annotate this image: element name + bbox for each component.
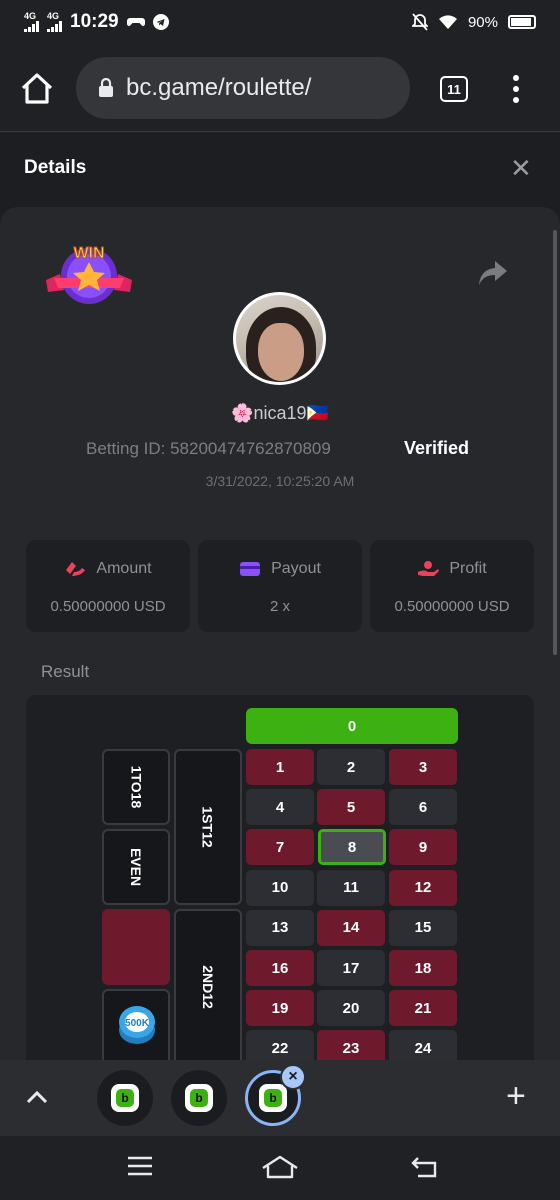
roulette-number-cell: 21 bbox=[389, 990, 457, 1027]
roulette-number-cell: 6 bbox=[389, 789, 457, 826]
bet-red bbox=[102, 909, 170, 985]
roulette-number-cell: 7 bbox=[246, 829, 314, 866]
chip-500k-icon: 500K bbox=[119, 1006, 155, 1044]
stat-label-row: Payout bbox=[198, 560, 362, 578]
roulette-number-cell: 10 bbox=[246, 869, 314, 906]
payout-card-icon bbox=[240, 562, 261, 576]
win-badge-text: WIN bbox=[73, 245, 104, 262]
system-navigation-bar bbox=[0, 1136, 560, 1200]
roulette-number-cell: 3 bbox=[389, 749, 457, 785]
bet-even: EVEN bbox=[102, 829, 170, 905]
roulette-number-cell: 19 bbox=[246, 990, 314, 1027]
username: 🌸nica19🇵🇭 bbox=[231, 403, 329, 423]
signal-icon bbox=[47, 21, 62, 32]
bet-2nd12: 2ND12 bbox=[174, 909, 242, 1065]
roulette-number-cell: 13 bbox=[246, 909, 314, 946]
home-nav-icon[interactable] bbox=[260, 1154, 300, 1180]
recent-apps-icon[interactable] bbox=[126, 1154, 154, 1178]
chip-label: 500K bbox=[125, 1018, 150, 1029]
wifi-icon bbox=[438, 15, 457, 29]
url-text: bc.game/roulette/ bbox=[126, 74, 312, 101]
add-tab-button[interactable]: + bbox=[506, 1078, 526, 1114]
roulette-number-cell: 11 bbox=[317, 869, 385, 906]
roulette-number-cell: 17 bbox=[317, 950, 385, 986]
close-icon[interactable]: ✕ bbox=[510, 155, 532, 181]
network-indicator-1: 4G bbox=[24, 12, 39, 32]
battery-percent: 90% bbox=[467, 13, 498, 31]
stat-value: 0.50000000 USD bbox=[50, 598, 166, 615]
roulette-number-cell: 4 bbox=[246, 789, 314, 826]
roulette-zero-cell: 0 bbox=[246, 708, 458, 744]
avatar bbox=[233, 292, 326, 385]
bc-game-logo-icon: b bbox=[259, 1084, 287, 1112]
share-icon[interactable] bbox=[478, 259, 508, 287]
stat-profit: Profit 0.50000000 USD bbox=[370, 540, 534, 632]
bet-timestamp: 3/31/2022, 10:25:20 AM bbox=[205, 473, 355, 489]
bet-1to18: 1TO18 bbox=[102, 749, 170, 825]
roulette-number-cell: 9 bbox=[389, 829, 457, 866]
network-indicator-2: 4G bbox=[47, 12, 62, 32]
bc-game-logo-icon: b bbox=[111, 1084, 139, 1112]
roulette-number-cell: 20 bbox=[317, 990, 385, 1027]
details-title: Details bbox=[24, 157, 87, 178]
status-left: 4G 4G 10:29 bbox=[24, 11, 169, 33]
amount-icon bbox=[66, 562, 86, 576]
clock: 10:29 bbox=[70, 11, 119, 32]
bet-1st12-label: 1ST12 bbox=[200, 806, 216, 848]
mute-bell-icon bbox=[411, 13, 428, 31]
stat-label: Profit bbox=[449, 560, 487, 577]
bet-2nd12-label: 2ND12 bbox=[200, 965, 216, 1009]
tab-group-bar: b b b × + bbox=[0, 1060, 560, 1136]
tab-thumbnail-2[interactable]: b bbox=[171, 1070, 227, 1126]
network-type-label: 4G bbox=[24, 11, 37, 21]
stat-label: Amount bbox=[96, 560, 152, 577]
browser-toolbar: bc.game/roulette/ 11 bbox=[0, 44, 560, 132]
details-header: Details ✕ bbox=[0, 133, 560, 205]
roulette-winning-cell: 8 bbox=[318, 829, 386, 866]
roulette-number-cell: 1 bbox=[246, 749, 314, 785]
roulette-number-cell: 14 bbox=[317, 909, 385, 946]
stat-value: 0.50000000 USD bbox=[394, 598, 510, 615]
roulette-number-cell: 2 bbox=[317, 749, 385, 785]
close-tab-icon[interactable]: × bbox=[280, 1064, 306, 1090]
game-controller-icon bbox=[126, 18, 145, 26]
stat-label-row: Profit bbox=[370, 560, 534, 578]
status-bar: 4G 4G 10:29 90% bbox=[0, 0, 560, 44]
status-right: 90% bbox=[411, 13, 536, 31]
battery-icon bbox=[508, 15, 536, 29]
home-icon[interactable] bbox=[18, 70, 56, 108]
stat-value: 2 x bbox=[269, 598, 290, 615]
stat-label-row: Amount bbox=[26, 560, 190, 578]
bet-1st12: 1ST12 bbox=[174, 749, 242, 905]
network-type-label: 4G bbox=[47, 11, 60, 21]
verified-link[interactable]: Verified bbox=[404, 438, 469, 459]
stat-label: Payout bbox=[271, 560, 321, 577]
result-label: Result bbox=[41, 662, 90, 681]
scrollbar[interactable] bbox=[553, 230, 557, 655]
bet-even-label: EVEN bbox=[128, 847, 144, 887]
roulette-number-cell: 12 bbox=[389, 869, 457, 906]
roulette-number-cell: 18 bbox=[389, 950, 457, 986]
roulette-number-cell: 5 bbox=[317, 789, 385, 826]
bet-1to18-label: 1TO18 bbox=[127, 765, 144, 809]
signal-icon bbox=[24, 21, 39, 32]
address-bar[interactable]: bc.game/roulette/ bbox=[76, 57, 410, 119]
betting-id[interactable]: Betting ID: 58200474762870809 bbox=[86, 439, 331, 459]
win-badge-icon: WIN bbox=[46, 245, 132, 304]
stat-amount: Amount 0.50000000 USD bbox=[26, 540, 190, 632]
chevron-up-icon[interactable] bbox=[24, 1086, 50, 1110]
stat-payout: Payout 2 x bbox=[198, 540, 362, 632]
profit-icon bbox=[418, 561, 440, 576]
telegram-icon bbox=[152, 14, 169, 30]
back-icon[interactable] bbox=[410, 1154, 442, 1180]
roulette-number-cell: 15 bbox=[389, 909, 457, 946]
tab-switcher-button[interactable]: 11 bbox=[440, 76, 468, 102]
bc-game-logo-icon: b bbox=[185, 1084, 213, 1112]
roulette-number-cell: 16 bbox=[246, 950, 314, 986]
overflow-menu-icon[interactable] bbox=[508, 72, 524, 106]
tab-thumbnail-1[interactable]: b bbox=[97, 1070, 153, 1126]
lock-icon bbox=[99, 78, 113, 97]
